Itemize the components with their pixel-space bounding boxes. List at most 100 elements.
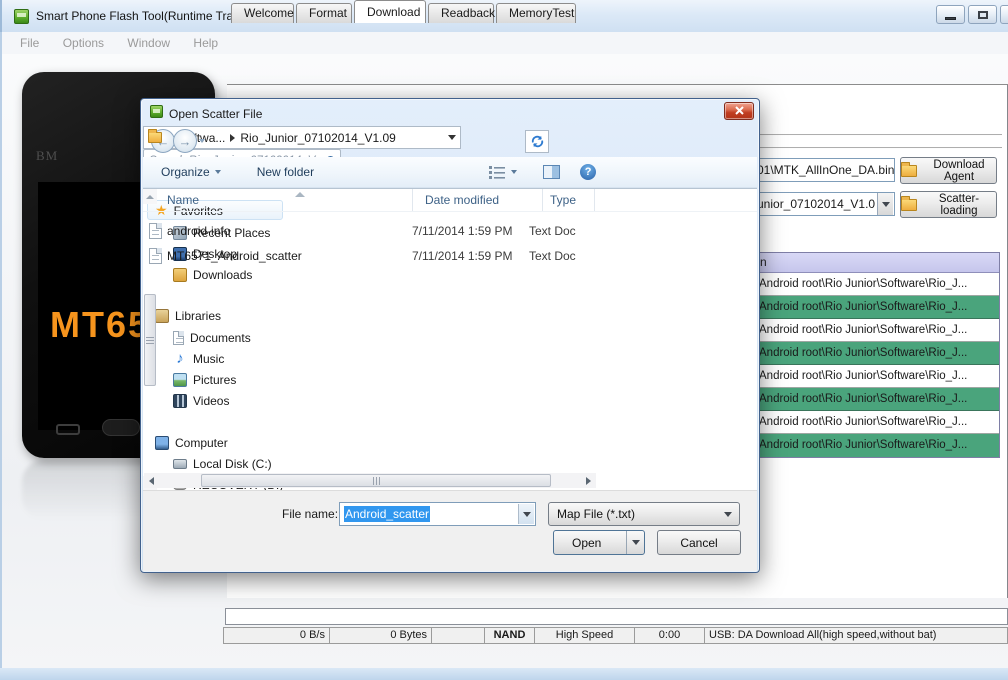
column-header-name[interactable]: Name <box>167 189 199 211</box>
menu-help[interactable]: Help <box>183 32 228 54</box>
status-bar: 0 B/s 0 Bytes NAND High Speed 0:00 USB: … <box>223 627 1008 644</box>
downloads-icon <box>173 268 187 282</box>
dialog-footer: File name: Android_scatter Map File (*.t… <box>143 490 757 571</box>
dialog-title: Open Scatter File <box>169 107 262 121</box>
dialog-close-button[interactable] <box>724 102 754 120</box>
table-row[interactable]: Android root\Rio Junior\Software\Rio_J..… <box>756 296 999 319</box>
progress-bar <box>225 608 1008 625</box>
new-folder-button[interactable]: New folder <box>251 161 320 183</box>
tab-readback[interactable]: Readback <box>428 3 494 23</box>
scroll-up-button[interactable] <box>143 189 157 204</box>
sort-ascending-icon <box>295 192 305 197</box>
menubar: File Options Window Help <box>0 32 1008 54</box>
sidebar-item-label: Downloads <box>193 268 252 282</box>
table-row[interactable]: Android root\Rio Junior\Software\Rio_J..… <box>756 411 999 434</box>
file-name: MT6571_Android_scatter <box>167 249 412 263</box>
close-button[interactable] <box>1000 5 1008 24</box>
preview-pane-button[interactable] <box>537 161 566 183</box>
organize-label: Organize <box>161 165 210 179</box>
computer-icon <box>155 436 169 450</box>
cancel-button[interactable]: Cancel <box>657 530 741 555</box>
download-agent-button-label: Download Agent <box>922 159 996 183</box>
menu-window[interactable]: Window <box>117 32 180 54</box>
sidebar-item-label: Documents <box>190 331 251 345</box>
phone-home-button <box>102 419 140 436</box>
organize-button[interactable]: Organize <box>155 161 227 183</box>
menu-options[interactable]: Options <box>53 32 114 54</box>
table-row[interactable]: Android root\Rio Junior\Software\Rio_J..… <box>756 273 999 296</box>
file-row-scatter[interactable]: MT6571_Android_scatter 7/11/2014 1:59 PM… <box>143 244 597 267</box>
tab-memorytest[interactable]: MemoryTest <box>496 3 576 23</box>
refresh-icon <box>531 135 544 148</box>
scatter-file-combo[interactable]: unior_07102014_V1.0 <box>752 192 895 216</box>
refresh-button[interactable] <box>525 130 549 153</box>
sidebar-item-downloads[interactable]: Downloads <box>173 265 252 284</box>
status-time: 0:00 <box>635 628 705 643</box>
dialog-toolbar: Organize New folder ? <box>143 157 757 188</box>
scrollbar-thumb[interactable] <box>144 294 156 386</box>
column-header-date[interactable]: Date modified <box>425 189 499 211</box>
table-row[interactable]: Android root\Rio Junior\Software\Rio_J..… <box>756 319 999 342</box>
address-dropdown-icon[interactable] <box>448 135 456 140</box>
filetype-dropdown[interactable]: Map File (*.txt) <box>548 502 740 526</box>
dialog-titlebar[interactable]: Open Scatter File <box>143 100 757 126</box>
arrow-right-icon[interactable] <box>586 477 591 485</box>
download-agent-button[interactable]: Download Agent <box>900 157 997 184</box>
column-header-type[interactable]: Type <box>550 189 576 211</box>
nav-history-dropdown-icon[interactable] <box>199 139 205 143</box>
menu-file[interactable]: File <box>10 32 49 54</box>
sidebar-item-videos[interactable]: Videos <box>173 391 229 410</box>
table-row[interactable]: Android root\Rio Junior\Software\Rio_J..… <box>756 434 999 457</box>
cancel-button-label: Cancel <box>680 536 717 550</box>
sidebar-group-libraries[interactable]: Libraries <box>155 306 221 325</box>
sidebar-item-pictures[interactable]: Pictures <box>173 370 236 389</box>
forward-icon: → <box>179 134 192 149</box>
file-list-hscrollbar[interactable] <box>144 473 596 488</box>
filename-value: Android_scatter <box>344 506 430 522</box>
open-button[interactable]: Open <box>553 530 645 555</box>
column-divider <box>412 189 413 211</box>
file-type: Text Docu <box>529 224 576 238</box>
help-button[interactable]: ? <box>574 160 602 184</box>
file-type: Text Docu <box>529 249 576 263</box>
column-divider <box>594 189 595 211</box>
sidebar-group-label: Libraries <box>175 309 221 323</box>
sidebar-item-music[interactable]: ♪ Music <box>173 349 224 368</box>
views-button[interactable] <box>482 161 523 183</box>
sidebar-item-local-disk-c[interactable]: Local Disk (C:) <box>173 454 272 473</box>
breadcrumb-current[interactable]: Rio_Junior_07102014_V1.09 <box>240 131 395 145</box>
status-speed: 0 B/s <box>224 628 330 643</box>
maximize-icon <box>978 11 988 19</box>
status-empty <box>432 628 485 643</box>
tab-format[interactable]: Format <box>296 3 352 23</box>
sidebar-item-documents[interactable]: Documents <box>173 328 251 347</box>
open-split-dropdown[interactable] <box>626 531 644 554</box>
filetype-value: Map File (*.txt) <box>557 507 635 521</box>
tab-welcome[interactable]: Welcome <box>231 3 294 23</box>
file-row-android-info[interactable]: android-info 7/11/2014 1:59 PM Text Docu <box>143 219 597 242</box>
forward-button[interactable]: → <box>173 129 197 153</box>
table-row[interactable]: Android root\Rio Junior\Software\Rio_J..… <box>756 365 999 388</box>
minimize-icon <box>945 17 956 20</box>
scatter-loading-button[interactable]: Scatter-loading <box>900 191 997 218</box>
download-agent-path-field[interactable]: 01\MTK_AllInOne_DA.bin <box>752 158 895 182</box>
phone-softkey <box>56 424 80 435</box>
filename-input[interactable]: Android_scatter <box>339 502 536 526</box>
maximize-button[interactable] <box>968 5 997 24</box>
sidebar-item-label: Local Disk (C:) <box>193 457 272 471</box>
status-speed-mode: High Speed <box>535 628 635 643</box>
filename-dropdown[interactable] <box>518 504 534 524</box>
scatter-combo-arrow[interactable] <box>877 193 893 215</box>
table-column-header[interactable]: n <box>756 253 999 273</box>
table-row[interactable]: Android root\Rio Junior\Software\Rio_J..… <box>756 342 999 365</box>
tab-download[interactable]: Download <box>354 0 426 23</box>
hscrollbar-thumb[interactable] <box>201 474 551 487</box>
filename-label: File name: <box>282 507 338 521</box>
table-row[interactable]: Android root\Rio Junior\Software\Rio_J..… <box>756 388 999 411</box>
tab-strip <box>227 62 1008 85</box>
arrow-left-icon[interactable] <box>149 477 154 485</box>
minimize-button[interactable] <box>936 5 965 24</box>
address-row: ← → « Softwa... Rio_Junior_07102014_V1.0… <box>143 126 757 157</box>
sidebar-group-computer[interactable]: Computer <box>155 433 228 452</box>
status-usb-mode: USB: DA Download All(high speed,without … <box>705 628 1007 643</box>
